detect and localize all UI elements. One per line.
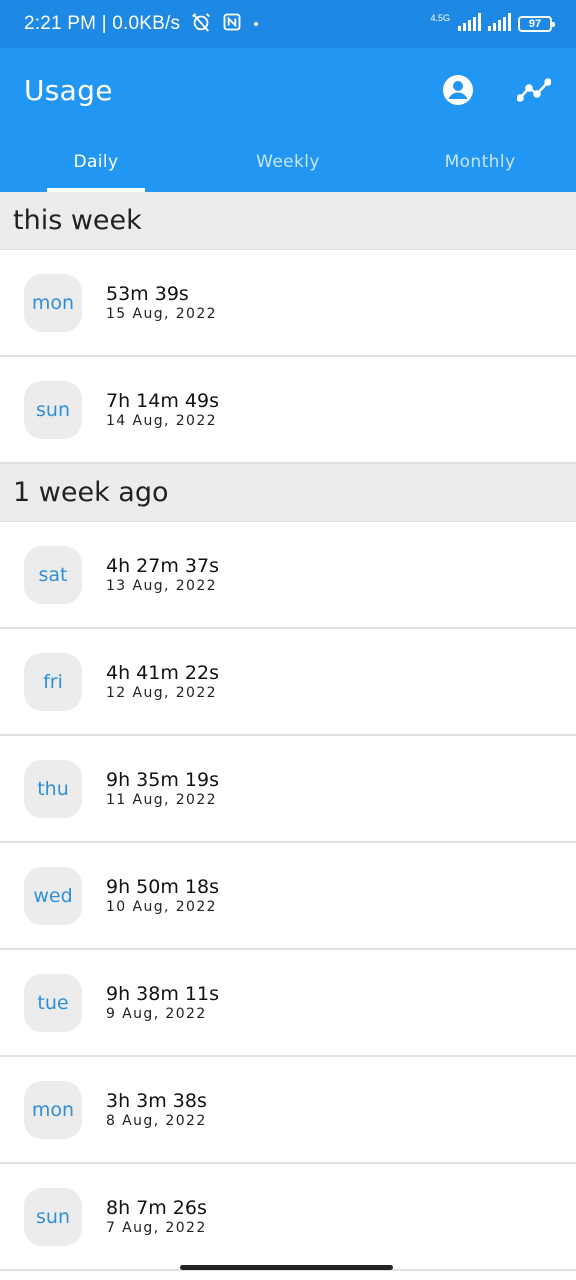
list-item[interactable]: sun 8h 7m 26s 7 Aug, 2022 (0, 1164, 576, 1271)
day-badge: mon (24, 273, 82, 332)
usage-date: 9 Aug, 2022 (106, 1005, 207, 1022)
app-bar: Usage (0, 48, 576, 132)
list-item[interactable]: sat 4h 27m 37s 13 Aug, 2022 (0, 522, 576, 629)
day-badge: sun (24, 1187, 82, 1246)
list-item[interactable]: fri 4h 41m 22s 12 Aug, 2022 (0, 629, 576, 736)
usage-duration: 9h 50m 18s (106, 875, 219, 898)
status-bar: 2:21 PM | 0.0KB/s 4.5G 97 (0, 0, 576, 48)
signal-icon-2 (488, 12, 512, 36)
tab-monthly[interactable]: Monthly (384, 132, 576, 192)
usage-duration: 9h 35m 19s (106, 768, 219, 791)
usage-duration: 7h 14m 49s (106, 389, 219, 412)
list-item[interactable]: sun 7h 14m 49s 14 Aug, 2022 (0, 357, 576, 464)
usage-date: 10 Aug, 2022 (106, 898, 217, 915)
usage-duration: 4h 27m 37s (106, 554, 219, 577)
alarm-off-icon (190, 11, 212, 38)
tab-daily[interactable]: Daily (0, 132, 192, 192)
day-badge: fri (24, 652, 82, 711)
trend-chart-icon[interactable] (516, 72, 552, 108)
usage-date: 15 Aug, 2022 (106, 305, 217, 322)
day-badge: sun (24, 380, 82, 439)
tab-bar: Daily Weekly Monthly (0, 132, 576, 192)
notification-dot-icon (252, 15, 260, 33)
app-bar-actions (440, 72, 552, 108)
home-indicator[interactable] (180, 1265, 393, 1270)
status-icons-right: 4.5G 97 (430, 12, 555, 36)
list-item[interactable]: mon 3h 3m 38s 8 Aug, 2022 (0, 1057, 576, 1164)
day-badge: tue (24, 973, 82, 1032)
signal-icon (458, 12, 482, 36)
list-item[interactable]: tue 9h 38m 11s 9 Aug, 2022 (0, 950, 576, 1057)
list-item[interactable]: wed 9h 50m 18s 10 Aug, 2022 (0, 843, 576, 950)
usage-date: 11 Aug, 2022 (106, 791, 217, 808)
account-circle-icon[interactable] (440, 72, 476, 108)
usage-date: 12 Aug, 2022 (106, 684, 217, 701)
nfc-icon (222, 12, 242, 37)
status-icons-left (190, 11, 260, 38)
row-text: 3h 3m 38s 8 Aug, 2022 (106, 1090, 207, 1130)
status-time-speed: 2:21 PM | 0.0KB/s (24, 13, 181, 34)
section-header-1-week-ago: 1 week ago (0, 464, 576, 522)
row-text: 7h 14m 49s 14 Aug, 2022 (106, 390, 219, 430)
day-badge: wed (24, 866, 82, 925)
day-badge: thu (24, 759, 82, 818)
list-item[interactable]: mon 53m 39s 15 Aug, 2022 (0, 250, 576, 357)
usage-duration: 4h 41m 22s (106, 661, 219, 684)
usage-date: 14 Aug, 2022 (106, 412, 217, 429)
row-text: 9h 38m 11s 9 Aug, 2022 (106, 983, 219, 1023)
usage-duration: 8h 7m 26s (106, 1196, 207, 1219)
row-text: 9h 35m 19s 11 Aug, 2022 (106, 769, 219, 809)
battery-level: 97 (528, 18, 542, 30)
usage-duration: 9h 38m 11s (106, 982, 219, 1005)
row-text: 9h 50m 18s 10 Aug, 2022 (106, 876, 219, 916)
usage-date: 7 Aug, 2022 (106, 1219, 207, 1236)
row-text: 53m 39s 15 Aug, 2022 (106, 283, 217, 323)
row-text: 4h 27m 37s 13 Aug, 2022 (106, 555, 219, 595)
usage-date: 8 Aug, 2022 (106, 1112, 207, 1129)
battery-icon: 97 (518, 16, 555, 32)
usage-date: 13 Aug, 2022 (106, 577, 217, 594)
row-text: 8h 7m 26s 7 Aug, 2022 (106, 1197, 207, 1237)
usage-duration: 53m 39s (106, 282, 189, 305)
list-item[interactable]: thu 9h 35m 19s 11 Aug, 2022 (0, 736, 576, 843)
usage-duration: 3h 3m 38s (106, 1089, 207, 1112)
row-text: 4h 41m 22s 12 Aug, 2022 (106, 662, 219, 702)
network-type-label: 4.5G (430, 12, 450, 23)
section-header-this-week: this week (0, 192, 576, 250)
day-badge: sat (24, 545, 82, 604)
tab-weekly[interactable]: Weekly (192, 132, 384, 192)
day-badge: mon (24, 1080, 82, 1139)
usage-list: this week mon 53m 39s 15 Aug, 2022 sun 7… (0, 192, 576, 1271)
page-title: Usage (24, 73, 113, 107)
